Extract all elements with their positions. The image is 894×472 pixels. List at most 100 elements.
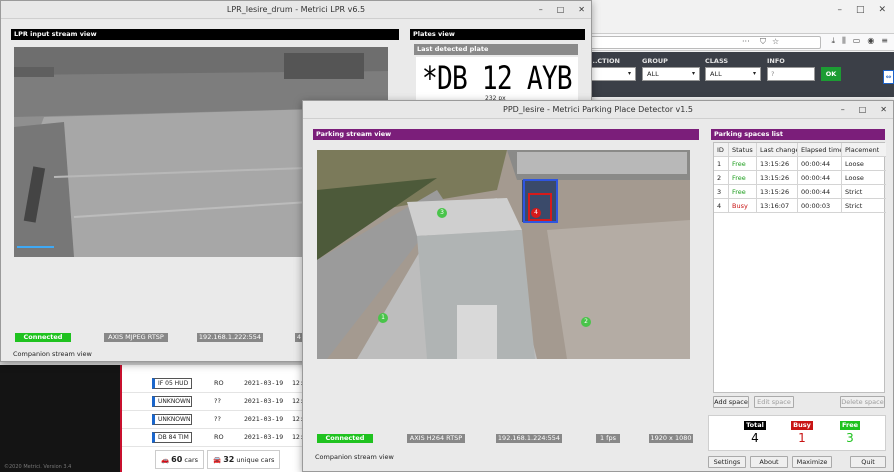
cell-last-change: 13:15:26 bbox=[757, 157, 798, 170]
busy-label: Busy bbox=[791, 421, 813, 430]
parking-marker-2[interactable]: 2 bbox=[581, 317, 591, 327]
parking-spaces-table: ID Status Last change Elapsed time Place… bbox=[713, 142, 886, 393]
filter-ok-button[interactable]: OK bbox=[821, 67, 841, 81]
account-icon[interactable]: ◉ bbox=[867, 36, 874, 46]
cell-last-change: 13:16:07 bbox=[757, 199, 798, 212]
plate-tag: UNKNOWN bbox=[152, 414, 192, 425]
more-icon[interactable]: ··· bbox=[742, 37, 750, 46]
cell-elapsed: 00:00:44 bbox=[798, 157, 842, 170]
last-plate-label: Last detected plate bbox=[414, 44, 578, 55]
parking-marker-4[interactable]: 4 bbox=[531, 208, 541, 218]
add-space-button[interactable]: Add space bbox=[713, 396, 749, 408]
delete-space-button[interactable]: Delete space bbox=[840, 396, 885, 408]
browser-toolbar-icons: ⤓ ⫼ ▭ ◉ ≡ bbox=[832, 36, 888, 46]
cell-placement: Strict bbox=[845, 188, 863, 196]
about-button[interactable]: About bbox=[750, 456, 788, 468]
maximize-icon[interactable]: □ bbox=[859, 101, 867, 119]
filter-direction-select[interactable]: ▾ bbox=[590, 67, 636, 81]
chevron-down-icon: ▾ bbox=[691, 70, 695, 77]
country-code: ?? bbox=[214, 397, 221, 405]
cell-elapsed: 00:00:03 bbox=[798, 199, 842, 212]
plate-date: 2021-03-19 bbox=[244, 397, 284, 405]
edit-space-button[interactable]: Edit space bbox=[754, 396, 794, 408]
download-icon[interactable]: ⤓ bbox=[832, 36, 836, 46]
pocket-icon[interactable]: ⛉ bbox=[760, 37, 766, 47]
plates-panel-title: Plates view bbox=[410, 29, 585, 40]
cell-id: 1 bbox=[714, 157, 729, 170]
stat-busy: Busy 1 bbox=[782, 420, 822, 445]
filter-info-input[interactable]: ? bbox=[767, 67, 815, 81]
parking-camera-view[interactable]: 3 4 1 2 bbox=[317, 150, 690, 359]
close-icon[interactable]: ✕ bbox=[880, 101, 887, 119]
cell-id: 4 bbox=[714, 199, 729, 212]
cell-status: Free bbox=[729, 157, 757, 170]
table-row[interactable]: IF 05 HUD RO 2021-03-19 12: bbox=[122, 375, 304, 393]
maximize-icon[interactable]: □ bbox=[856, 5, 865, 15]
ppd-camera-type: AXIS H264 RTSP bbox=[407, 434, 465, 443]
chevron-down-icon: ▾ bbox=[752, 70, 756, 77]
ppd-window: PPD_Iesire - Metrici Parking Place Detec… bbox=[302, 100, 894, 472]
minimize-icon[interactable]: – bbox=[841, 101, 845, 119]
cell-last-change: 13:15:26 bbox=[757, 171, 798, 184]
filter-class-select[interactable]: ALL ▾ bbox=[705, 67, 761, 81]
star-icon[interactable]: ☆ bbox=[772, 37, 779, 46]
free-label: Free bbox=[839, 421, 861, 430]
close-icon[interactable]: ✕ bbox=[878, 5, 886, 15]
filter-label-group: GROUP bbox=[642, 57, 668, 65]
table-row[interactable]: DB 84 TIM RO 2021-03-19 12: bbox=[122, 429, 304, 447]
col-last-change[interactable]: Last change bbox=[757, 143, 798, 156]
free-value: 3 bbox=[846, 431, 854, 445]
ppd-companion-label: Companion stream view bbox=[315, 453, 394, 461]
cell-elapsed: 00:00:44 bbox=[798, 185, 842, 198]
plate-date: 2021-03-19 bbox=[244, 379, 284, 387]
country-code: ?? bbox=[214, 415, 221, 423]
stat-free: Free 3 bbox=[830, 420, 870, 445]
table-row[interactable]: 3 Free 13:15:26 00:00:44 Strict bbox=[714, 185, 886, 199]
col-elapsed[interactable]: Elapsed time bbox=[798, 143, 842, 156]
minimize-icon[interactable]: – bbox=[539, 1, 543, 19]
filter-group-select[interactable]: ALL ▾ bbox=[642, 67, 700, 81]
quit-button[interactable]: Quit bbox=[850, 456, 886, 468]
table-row[interactable]: UNKNOWN ?? 2021-03-19 12: bbox=[122, 411, 304, 429]
table-row[interactable]: 4 Busy 13:16:07 00:00:03 Strict bbox=[714, 199, 886, 213]
sidebar-icon[interactable]: ▭ bbox=[853, 36, 861, 46]
ppd-window-title: PPD_Iesire - Metrici Parking Place Detec… bbox=[303, 101, 893, 119]
country-code: RO bbox=[214, 379, 224, 387]
filter-bar: ...CTION ▾ GROUP ALL ▾ CLASS ALL ▾ INFO ? … bbox=[560, 52, 894, 97]
url-bar[interactable]: ··· ⛉ ☆ bbox=[589, 36, 821, 49]
maximize-icon[interactable]: □ bbox=[557, 1, 565, 19]
plate-tag: UNKNOWN bbox=[152, 396, 192, 407]
cell-status: Free bbox=[729, 185, 757, 198]
busy-value: 1 bbox=[798, 431, 806, 445]
maximize-button[interactable]: Maximize bbox=[792, 456, 832, 468]
lpr-input-panel-title: LPR input stream view bbox=[11, 29, 399, 40]
plate-text: *DB 12 AYB bbox=[422, 59, 573, 97]
side-panel-icon[interactable]: ⇔ bbox=[883, 70, 894, 84]
parking-marker-3[interactable]: 3 bbox=[437, 208, 447, 218]
col-placement[interactable]: Placement bbox=[842, 143, 879, 156]
chevron-down-icon: ▾ bbox=[627, 70, 631, 77]
close-icon[interactable]: ✕ bbox=[578, 1, 585, 19]
browser-toolbar: ··· ⛉ ☆ ⤓ ⫼ ▭ ◉ ≡ bbox=[561, 33, 894, 51]
settings-button[interactable]: Settings bbox=[708, 456, 746, 468]
car-icon: 🚗 bbox=[161, 456, 170, 464]
stat-total: Total 4 bbox=[735, 420, 775, 445]
plate-tag: DB 84 TIM bbox=[152, 432, 192, 443]
menu-icon[interactable]: ≡ bbox=[881, 36, 888, 46]
browser-window-controls: – □ ✕ bbox=[837, 5, 886, 15]
cell-placement: Strict bbox=[845, 202, 863, 210]
library-icon[interactable]: ⫼ bbox=[842, 36, 846, 46]
parking-marker-1[interactable]: 1 bbox=[378, 313, 388, 323]
cell-placement: Loose bbox=[845, 160, 864, 168]
minimize-icon[interactable]: – bbox=[837, 5, 842, 15]
cell-placement: Loose bbox=[845, 174, 864, 182]
cell-elapsed: 00:00:44 bbox=[798, 171, 842, 184]
parking-camera-image bbox=[317, 150, 690, 359]
col-status[interactable]: Status bbox=[729, 143, 757, 156]
table-row[interactable]: 2 Free 13:15:26 00:00:44 Loose bbox=[714, 171, 886, 185]
table-row[interactable]: UNKNOWN ?? 2021-03-19 12: bbox=[122, 393, 304, 411]
table-row[interactable]: 1 Free 13:15:26 00:00:44 Loose bbox=[714, 157, 886, 171]
col-id[interactable]: ID bbox=[714, 143, 729, 156]
ppd-resolution: 1920 x 1080 bbox=[649, 434, 693, 443]
filter-label-class: CLASS bbox=[705, 57, 729, 65]
